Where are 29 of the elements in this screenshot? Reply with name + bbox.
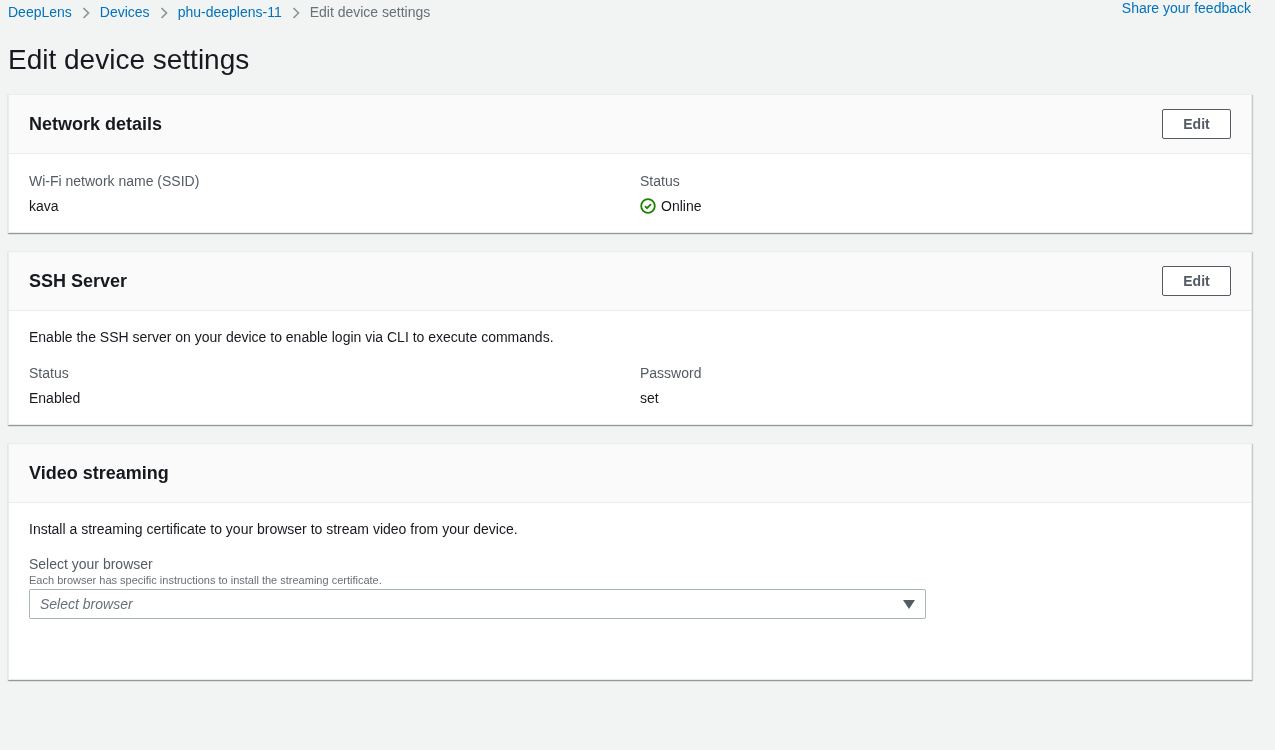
panel-title: Video streaming — [29, 461, 169, 485]
field-value: kava — [29, 197, 59, 216]
field-value: Online — [661, 197, 702, 216]
chevron-icon — [81, 6, 90, 19]
page-title: Edit device settings — [8, 43, 251, 77]
field-hint: Each browser has specific instructions to install the streaming certificate. — [29, 573, 383, 587]
browser-select[interactable]: Select browser — [29, 589, 926, 619]
check-circle-icon — [640, 198, 656, 214]
field-value: Enabled — [29, 389, 81, 408]
field-label: Status — [29, 364, 70, 383]
breadcrumb-link[interactable]: phu-deeplens-11 — [177, 2, 282, 23]
breadcrumb-link[interactable]: DeepLens — [8, 2, 72, 23]
feedback-link[interactable]: Share your feedback — [1121, 0, 1251, 19]
field-label: Select your browser — [29, 555, 154, 573]
breadcrumb-current: Edit device settings — [309, 3, 431, 22]
panel-description: Install a streaming certificate to your browser to stream video from your device. — [29, 520, 519, 539]
panel-title: SSH Server — [29, 269, 128, 293]
panel-description: Enable the SSH server on your device to enable login via CLI to execute commands. — [29, 328, 555, 347]
field-value: set — [640, 389, 659, 408]
panel-title: Network details — [29, 112, 163, 136]
chevron-icon — [291, 6, 300, 19]
chevron-icon — [159, 6, 168, 19]
breadcrumb-link[interactable]: Devices — [99, 2, 150, 23]
edit-button[interactable]: Edit — [1162, 266, 1231, 296]
caret-icon — [903, 599, 915, 609]
edit-button[interactable]: Edit — [1162, 109, 1231, 139]
field-label: Wi-Fi network name (SSID) — [29, 172, 201, 191]
field-label: Password — [640, 364, 703, 383]
field-label: Status — [640, 172, 681, 191]
